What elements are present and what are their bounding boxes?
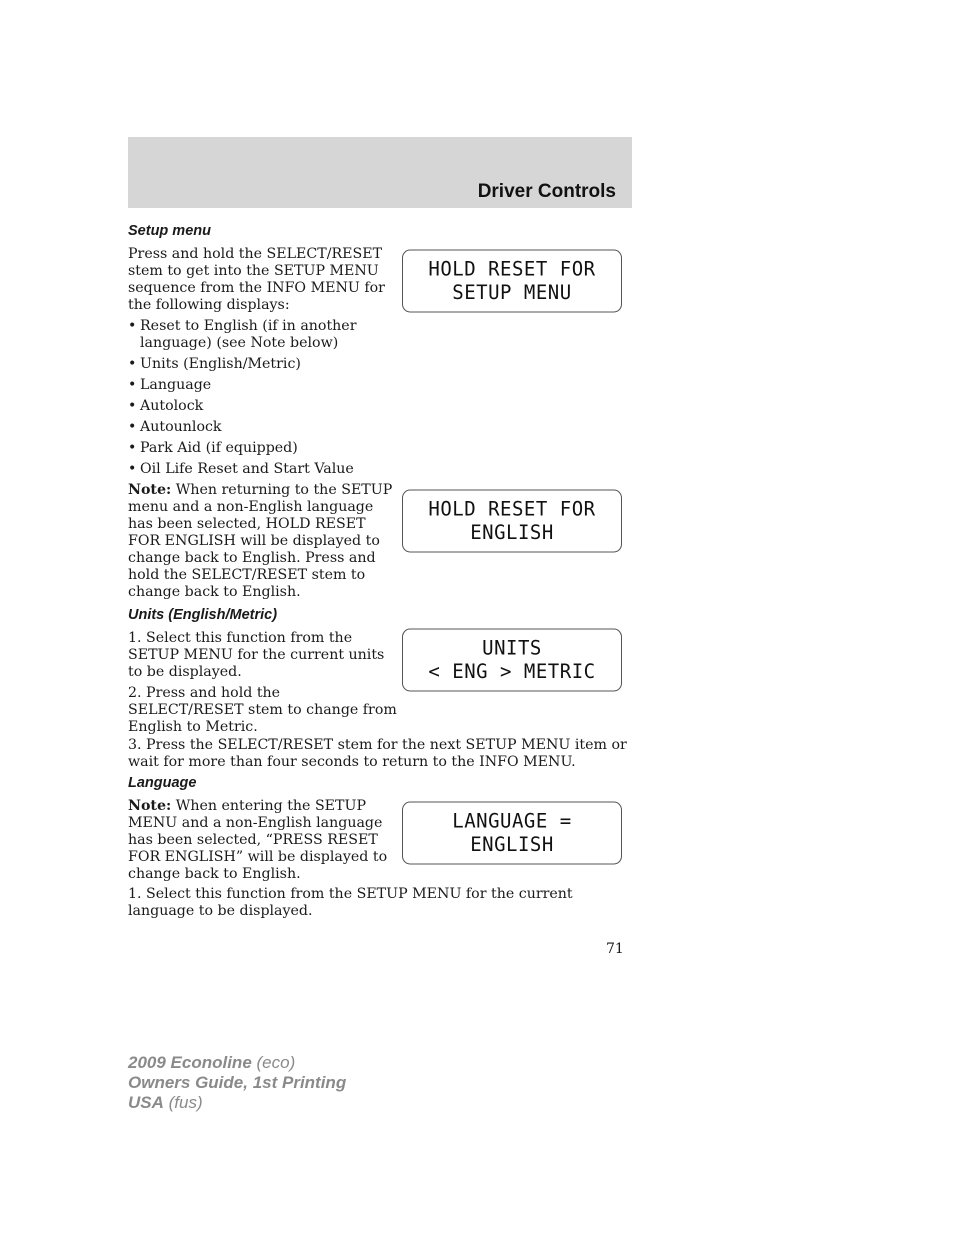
list-item: • Units (English/Metric) <box>128 356 301 372</box>
setup-menu-note: Note: When returning to the SETUP menu a… <box>128 482 398 601</box>
lcd-line-1: LANGUAGE = <box>452 809 572 833</box>
lcd-line-1: HOLD RESET FOR <box>428 497 596 521</box>
lcd-line-2: ENGLISH <box>470 833 554 857</box>
lcd-display-units: UNITS < ENG > METRIC <box>402 628 622 692</box>
note-text: When returning to the SETUP menu and a n… <box>128 482 393 600</box>
footer-model: 2009 Econoline <box>128 1053 252 1072</box>
list-item: • Language <box>128 377 212 393</box>
bullet-icon: • <box>128 356 137 372</box>
lcd-line-2: < ENG > METRIC <box>428 660 596 684</box>
units-step-3: 3. Press the SELECT/RESET stem for the n… <box>128 737 627 770</box>
lcd-display-setup-menu: HOLD RESET FOR SETUP MENU <box>402 249 622 313</box>
bullet-icon: • <box>128 440 137 456</box>
lcd-display-hold-reset-english: HOLD RESET FOR ENGLISH <box>402 489 622 553</box>
language-step-1-block: 1. Select this function from the SETUP M… <box>128 886 638 920</box>
section-title: Driver Controls <box>477 181 616 202</box>
units-step-3-block: 3. Press the SELECT/RESET stem for the n… <box>128 737 638 771</box>
note-label: Note: <box>128 482 172 498</box>
setup-menu-heading: Setup menu <box>128 223 211 239</box>
page-number: 71 <box>606 941 624 957</box>
document-footer: 2009 Econoline (eco) Owners Guide, 1st P… <box>128 1053 346 1113</box>
setup-menu-intro: Press and hold the SELECT/RESET stem to … <box>128 246 385 313</box>
units-step-1: 1. Select this function from the SETUP M… <box>128 630 385 680</box>
bullet-icon: • <box>128 419 137 435</box>
language-note: Note: When entering the SETUP MENU and a… <box>128 798 398 883</box>
section-header-band: Driver Controls <box>128 137 632 208</box>
footer-market: USA <box>128 1093 164 1112</box>
list-item: • Reset to English (if in another languag… <box>128 318 357 351</box>
footer-model-code: (eco) <box>256 1053 296 1072</box>
bullet-icon: • <box>128 318 137 334</box>
lcd-display-language: LANGUAGE = ENGLISH <box>402 801 622 865</box>
lcd-line-1: UNITS <box>482 636 542 660</box>
language-section: Language Note: When entering the SETUP M… <box>128 775 398 883</box>
language-step-1: 1. Select this function from the SETUP M… <box>128 886 573 919</box>
footer-edition: Owners Guide, 1st Printing <box>128 1073 347 1092</box>
footer-market-code: (fus) <box>168 1093 203 1112</box>
language-heading: Language <box>128 775 197 791</box>
list-item: • Oil Life Reset and Start Value <box>128 461 354 477</box>
list-item: • Autounlock <box>128 419 222 435</box>
list-item: • Park Aid (if equipped) <box>128 440 298 456</box>
units-heading: Units (English/Metric) <box>128 607 278 623</box>
lcd-line-2: SETUP MENU <box>452 281 572 305</box>
lcd-line-1: HOLD RESET FOR <box>428 257 596 281</box>
setup-menu-bullet-list: • Reset to English (if in another languag… <box>128 318 398 478</box>
note-label: Note: <box>128 798 172 814</box>
lcd-line-2: ENGLISH <box>470 521 554 545</box>
units-step-2: 2. Press and hold the SELECT/RESET stem … <box>128 685 397 735</box>
bullet-icon: • <box>128 398 137 414</box>
list-item: • Autolock <box>128 398 204 414</box>
bullet-icon: • <box>128 461 137 477</box>
setup-menu-section: Setup menu Press and hold the SELECT/RES… <box>128 223 398 736</box>
bullet-icon: • <box>128 377 137 393</box>
